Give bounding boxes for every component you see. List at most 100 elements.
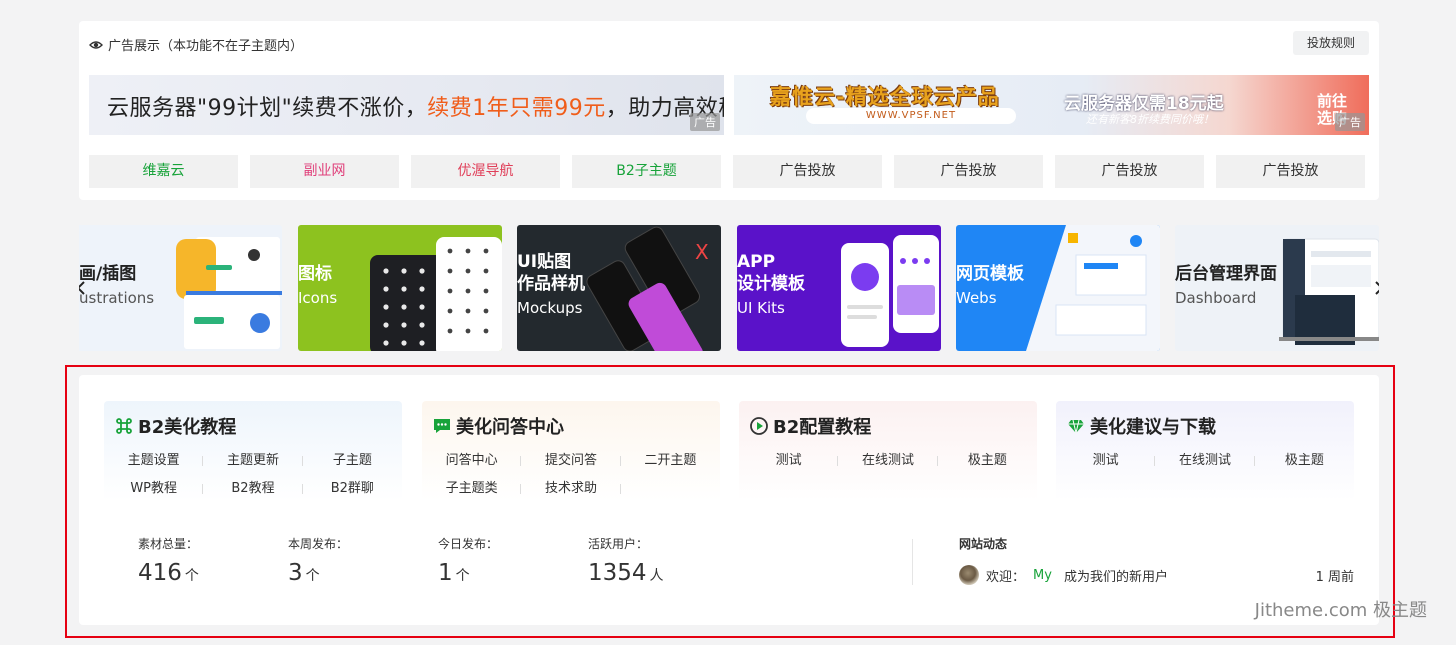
stat-unit: 个 (305, 568, 320, 584)
stat-item: 素材总量： 416 个 (138, 535, 288, 586)
activity-prefix: 欢迎： (986, 569, 1026, 585)
ad-link[interactable]: B2子主题 (572, 155, 721, 188)
card-subtitle: Dashboard (1175, 289, 1257, 307)
category-link[interactable]: 测试 (739, 451, 839, 471)
card-subtitle: Webs (956, 289, 997, 307)
card-subtitle: UI Kits (737, 299, 785, 317)
stat-item: 活跃用户： 1354 人 (588, 535, 738, 586)
category-link[interactable]: 二开主题 (621, 451, 720, 471)
activity-title: 网站动态 (959, 537, 1008, 551)
ad-rules-button[interactable]: 投放规则 (1292, 31, 1369, 55)
info-panel: B2美化教程 主题设置 主题更新 子主题 WP教程 B2教程 B2群聊 美化问答… (79, 375, 1379, 625)
activity-item: 欢迎： My 成为我们的新用户 1 周前 (959, 565, 1354, 585)
carousel-card-mockups[interactable]: X UI贴图 作品样机 Mockups (517, 225, 721, 351)
category-title: B2配置教程 (773, 417, 872, 438)
category-card: 美化建议与下载 测试 在线测试 极主题 (1056, 401, 1354, 501)
ad-link[interactable]: 广告投放 (733, 155, 882, 188)
category-link[interactable]: 在线测试 (1155, 451, 1255, 471)
dashboard-art (1279, 238, 1379, 345)
ad-tag: 广告 (1335, 113, 1365, 131)
ad-banner-right[interactable]: 嘉惟云-精选全球云产品 WWW.VPSF.NET 云服务器仅需18元起 还有新客… (734, 75, 1369, 135)
category-link[interactable]: B2教程 (203, 479, 303, 499)
stat-unit: 个 (455, 568, 470, 584)
ad-link[interactable]: 优渥导航 (411, 155, 560, 188)
gem-icon (1066, 416, 1086, 436)
eye-icon (89, 38, 103, 52)
category-card: 美化问答中心 问答中心 提交问答 二开主题 子主题类 技术求助 (422, 401, 720, 501)
stat-label: 素材总量： (138, 537, 199, 551)
category-link[interactable]: WP教程 (104, 479, 204, 499)
stat-label: 活跃用户： (588, 537, 649, 551)
chevron-left-icon (79, 281, 85, 295)
site-stats: 素材总量： 416 个 本周发布： 3个 今日发布： 1个 活跃用户： 1354 人 (138, 535, 738, 586)
ad-tag: 广告 (690, 113, 720, 131)
stat-label: 今日发布： (438, 537, 499, 551)
category-card: B2配置教程 测试 在线测试 极主题 (739, 401, 1037, 501)
category-link[interactable]: 测试 (1056, 451, 1156, 471)
category-carousel: 画/插图 ustrations 图标 Icons X UI贴图 作品样机 Moc… (79, 225, 1379, 351)
ad-link[interactable]: 副业网 (250, 155, 399, 188)
category-title: 美化问答中心 (456, 417, 564, 438)
chat-icon (432, 416, 452, 436)
category-link[interactable]: 主题更新 (203, 451, 303, 471)
watermark: Jitheme.com 极主题 (1254, 600, 1427, 621)
carousel-card-app[interactable]: APP 设计模板 UI Kits (737, 225, 941, 351)
ad-link[interactable]: 广告投放 (1055, 155, 1204, 188)
card-title: 网页模板 (956, 264, 1024, 284)
icons-art (370, 237, 502, 351)
divider (912, 539, 913, 585)
web-art (1026, 225, 1160, 351)
illustration-art (176, 237, 282, 349)
ad-panel-title: 广告展示（本功能不在子主题内） (108, 39, 304, 54)
carousel-card-illustrations[interactable]: 画/插图 ustrations (79, 225, 282, 351)
category-link[interactable]: 提交问答 (521, 451, 621, 471)
category-link[interactable]: 极主题 (1255, 451, 1354, 471)
carousel-card-web[interactable]: 网页模板 Webs (956, 225, 1160, 351)
stat-value: 3 (288, 560, 303, 586)
category-card: B2美化教程 主题设置 主题更新 子主题 WP教程 B2教程 B2群聊 (104, 401, 402, 501)
ad-link[interactable]: 广告投放 (1216, 155, 1365, 188)
stat-unit: 个 (184, 568, 199, 584)
banner-right-url: WWW.VPSF.NET (806, 108, 1016, 124)
stat-value: 416 (138, 560, 182, 586)
carousel-prev-button[interactable] (79, 276, 93, 300)
card-title: APP 设计模板 (737, 252, 805, 294)
category-link[interactable]: 极主题 (938, 451, 1037, 471)
category-title: B2美化教程 (138, 417, 237, 438)
card-title: UI贴图 作品样机 (517, 252, 585, 294)
carousel-next-button[interactable] (1367, 276, 1379, 300)
card-subtitle: Mockups (517, 299, 583, 317)
stat-label: 本周发布： (288, 537, 349, 551)
activity-user-link[interactable]: My (1033, 568, 1052, 583)
ad-link[interactable]: 广告投放 (894, 155, 1043, 188)
stat-item: 本周发布： 3个 (288, 535, 438, 586)
stat-value: 1354 (588, 560, 647, 586)
activity-action: 成为我们的新用户 (1063, 569, 1168, 585)
category-link[interactable]: 主题设置 (104, 451, 204, 471)
stat-item: 今日发布： 1个 (438, 535, 588, 586)
category-link[interactable]: 技术求助 (521, 479, 621, 499)
carousel-card-icons[interactable]: 图标 Icons (298, 225, 502, 351)
play-icon (749, 416, 769, 436)
ad-links: 维嘉云 副业网 优渥导航 B2子主题 广告投放 广告投放 广告投放 广告投放 (89, 155, 1365, 188)
category-link[interactable]: 问答中心 (422, 451, 522, 471)
category-link[interactable]: 在线测试 (838, 451, 938, 471)
svg-text:X: X (695, 240, 709, 264)
category-link[interactable]: B2群聊 (303, 479, 402, 499)
category-link[interactable]: 子主题类 (422, 479, 522, 499)
ad-banner-left[interactable]: 云服务器"99计划"续费不涨价，续费1年只需99元，助力高效稳定上云 广告 (89, 75, 724, 135)
stat-value: 1 (438, 560, 453, 586)
category-title: 美化建议与下载 (1090, 417, 1216, 438)
banner-left-text: 云服务器"99计划"续费不涨价，续费1年只需99元，助力高效稳定上云 (107, 96, 724, 121)
carousel-card-dashboard[interactable]: 后台管理界面 Dashboard (1175, 225, 1379, 351)
command-icon (114, 416, 134, 436)
category-link[interactable]: 子主题 (303, 451, 402, 471)
card-title: 后台管理界面 (1175, 264, 1277, 284)
card-title: 图标 (298, 264, 332, 284)
avatar[interactable] (959, 565, 979, 585)
ad-link[interactable]: 维嘉云 (89, 155, 238, 188)
banner-right-title: 嘉惟云-精选全球云产品 (770, 85, 1000, 109)
chevron-right-icon (1375, 281, 1379, 295)
card-subtitle: Icons (298, 289, 338, 307)
banner-right-subtitle2: 还有新客8折续费同价哦！ (1086, 113, 1214, 126)
